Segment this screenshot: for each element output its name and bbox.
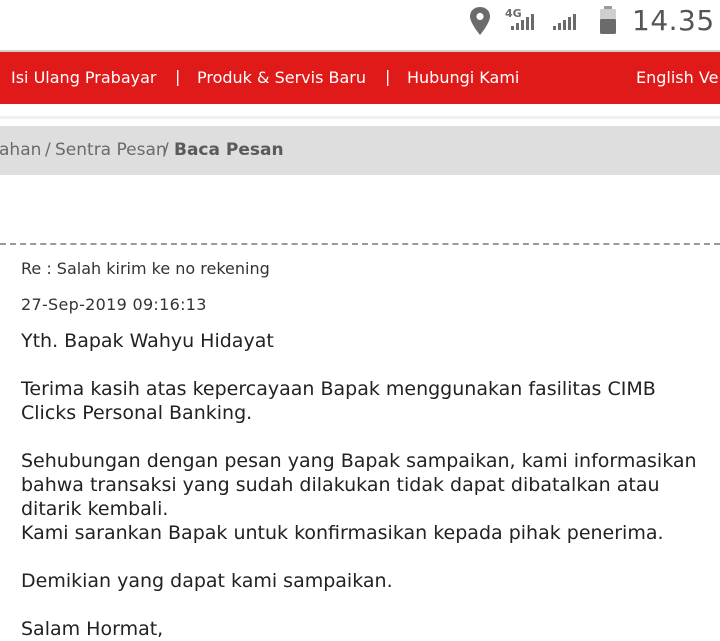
- message-subject: Re : Salah kirim ke no rekening: [21, 259, 270, 278]
- message-body: Yth. Bapak Wahyu Hidayat Terima kasih at…: [21, 329, 711, 641]
- network-type-label: 4G: [505, 7, 522, 20]
- dashed-divider: [0, 243, 720, 245]
- breadcrumb-current: Baca Pesan: [174, 140, 284, 160]
- nav-item-isi-ulang[interactable]: Isi Ulang Prabayar: [11, 68, 157, 87]
- message-paragraph: Terima kasih atas kepercayaan Bapak meng…: [21, 378, 656, 424]
- message-paragraph: Kami sarankan Bapak untuk konfirmasikan …: [21, 522, 664, 544]
- signal-strength-icon: [552, 6, 582, 40]
- breadcrumb-separator: /: [45, 140, 51, 160]
- message-salutation: Yth. Bapak Wahyu Hidayat: [21, 330, 274, 352]
- nav-item-hubungi-kami[interactable]: Hubungi Kami: [407, 68, 519, 87]
- divider: [0, 116, 720, 119]
- breadcrumb-separator: /: [163, 140, 169, 160]
- message-closing: Salam Hormat,: [21, 618, 164, 640]
- message-paragraph: Demikian yang dapat kami sampaikan.: [21, 570, 393, 592]
- breadcrumb-link-sentra-pesan[interactable]: Sentra Pesan: [55, 140, 167, 160]
- breadcrumb-link-partial[interactable]: ahan: [0, 140, 41, 160]
- nav-item-produk-servis[interactable]: Produk & Servis Baru: [197, 68, 366, 87]
- breadcrumb: ahan / Sentra Pesan / Baca Pesan: [0, 126, 720, 175]
- status-bar: 4G 14.35: [0, 0, 720, 50]
- nav-separator: |: [175, 67, 181, 86]
- clock: 14.35: [632, 4, 715, 37]
- language-switch-link[interactable]: English Ve: [636, 68, 718, 87]
- signal-4g-icon: 4G: [505, 6, 541, 40]
- nav-separator: |: [385, 67, 391, 86]
- location-pin-icon: [468, 6, 492, 40]
- message-paragraph: Sehubungan dengan pesan yang Bapak sampa…: [21, 450, 697, 520]
- message-date: 27-Sep-2019 09:16:13: [21, 295, 207, 314]
- top-nav: Isi Ulang Prabayar | Produk & Servis Bar…: [0, 52, 720, 104]
- battery-icon: [598, 6, 618, 40]
